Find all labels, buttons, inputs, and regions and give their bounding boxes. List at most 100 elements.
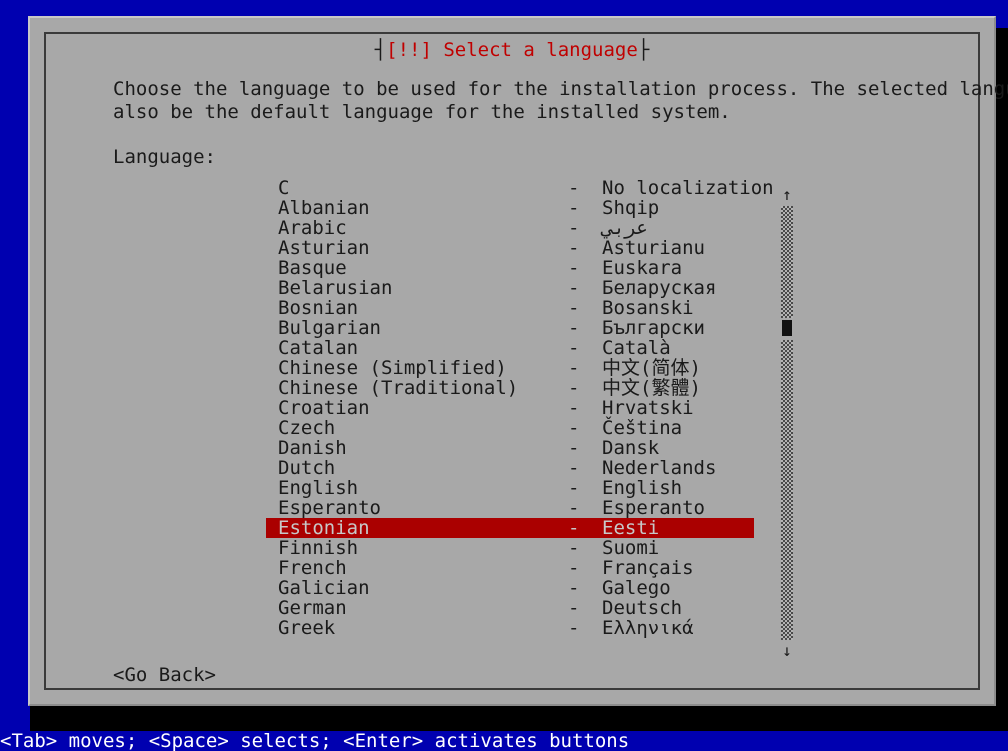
scroll-up-arrow-icon[interactable]: ↑ [779, 186, 795, 204]
language-name: Esperanto [278, 497, 381, 519]
status-bar-text: <Tab> moves; <Space> selects; <Enter> ac… [0, 730, 630, 751]
language-list-item[interactable]: Greek - Ελληνικά [266, 618, 756, 638]
language-separator: - [568, 477, 580, 499]
language-native-name: Hrvatski [602, 397, 694, 419]
language-list-item[interactable]: Finnish - Suomi [266, 538, 756, 558]
language-name: Basque [278, 257, 347, 279]
language-native-name: 中文(繁體) [602, 377, 701, 399]
scrollbar-thumb[interactable] [782, 320, 792, 336]
language-separator: - [568, 177, 580, 199]
language-list-item[interactable]: Bulgarian - Български [266, 318, 756, 338]
language-name: Chinese (Simplified) [278, 357, 507, 379]
language-separator: - [568, 217, 580, 239]
language-native-name: Bosanski [602, 297, 694, 319]
language-separator: - [568, 317, 580, 339]
dialog-window: ┤[!!] Select a language├ Choose the lang… [28, 16, 1008, 706]
language-native-name: Esperanto [602, 497, 705, 519]
language-name: Czech [278, 417, 336, 439]
language-native-name: English [602, 477, 683, 499]
language-name: Bosnian [278, 297, 359, 319]
language-native-name: Suomi [602, 537, 660, 559]
language-name: French [278, 557, 347, 579]
language-list-item[interactable]: Danish - Dansk [266, 438, 756, 458]
installer-screen: ┤[!!] Select a language├ Choose the lang… [0, 0, 1008, 751]
language-native-name: Euskara [602, 257, 683, 279]
language-separator: - [568, 357, 580, 379]
language-name: Dutch [278, 457, 336, 479]
language-native-name: Dansk [602, 437, 660, 459]
language-name: Albanian [278, 197, 370, 219]
page-title: [!!] Select a language [386, 39, 638, 61]
title-separator-left: ┤ [374, 39, 387, 61]
language-native-name: Ελληνικά [602, 617, 694, 639]
language-list-item[interactable]: Chinese (Simplified) - 中文(简体) [266, 358, 756, 378]
language-native-name: Беларуская [602, 277, 717, 299]
language-name: Finnish [278, 537, 359, 559]
language-list-item[interactable]: French - Français [266, 558, 756, 578]
language-separator: - [568, 457, 580, 479]
language-separator: - [568, 577, 580, 599]
language-separator: - [568, 337, 580, 359]
language-list-item[interactable]: English - English [266, 478, 756, 498]
language-separator: - [568, 397, 580, 419]
dialog-titlebar: ┤[!!] Select a language├ [46, 40, 978, 60]
language-list[interactable]: C - No localization Albanian - Shqip Arabic - عر… [266, 177, 774, 638]
language-separator: - [568, 517, 580, 539]
language-separator: - [568, 437, 580, 459]
language-list-item[interactable]: Chinese (Traditional) - 中文(繁體) [266, 378, 756, 398]
language-separator: - [568, 197, 580, 219]
language-list-item[interactable]: Catalan - Català [266, 338, 756, 358]
title-separator-right: ├ [637, 39, 650, 61]
language-list-item[interactable]: Dutch - Nederlands [266, 458, 756, 478]
language-name: Catalan [278, 337, 359, 359]
language-separator: - [568, 417, 580, 439]
language-native-name: Català [602, 337, 671, 359]
blue-left-strip [0, 700, 30, 731]
language-list-item[interactable]: Estonian - Eesti [266, 518, 754, 538]
language-list-item[interactable]: Basque - Euskara [266, 258, 756, 278]
language-name: Greek [278, 617, 336, 639]
language-list-item[interactable]: Belarusian - Беларуская [266, 278, 756, 298]
language-list-item[interactable]: Galician - Galego [266, 578, 756, 598]
language-name: Estonian [278, 517, 370, 539]
language-name: Danish [278, 437, 347, 459]
language-name: English [278, 477, 359, 499]
language-native-name: Shqip [602, 197, 660, 219]
language-list-item[interactable]: C - No localization [266, 177, 774, 199]
language-native-name: Čeština [602, 417, 683, 439]
language-native-name: عربي [602, 217, 648, 239]
language-list-item[interactable]: Bosnian - Bosanski [266, 298, 756, 318]
language-separator: - [568, 497, 580, 519]
language-list-item[interactable]: Albanian - Shqip [266, 198, 756, 218]
language-list-item[interactable]: Croatian - Hrvatski [266, 398, 756, 418]
language-name: Galician [278, 577, 370, 599]
language-native-name: Français [602, 557, 694, 579]
language-name: Bulgarian [278, 317, 381, 339]
language-list-item[interactable]: Asturian - Asturianu [266, 238, 756, 258]
dialog-inner-frame: ┤[!!] Select a language├ Choose the lang… [44, 32, 1008, 690]
language-list-scrollbar[interactable]: ↑ ↓ [779, 174, 795, 674]
language-name: Chinese (Traditional) [278, 377, 519, 399]
scrollbar-trough-upper[interactable] [781, 206, 793, 318]
language-native-name: Galego [602, 577, 671, 599]
language-separator: - [568, 237, 580, 259]
language-field-label: Language: [113, 146, 216, 168]
language-native-name: 中文(简体) [602, 357, 701, 379]
language-name: German [278, 597, 347, 619]
language-separator: - [568, 537, 580, 559]
language-native-name: Eesti [602, 517, 660, 539]
language-list-item[interactable]: Czech - Čeština [266, 418, 756, 438]
dialog-title-box: ┤[!!] Select a language├ [364, 39, 660, 61]
scroll-down-arrow-icon[interactable]: ↓ [779, 642, 795, 660]
language-list-item[interactable]: Arabic - عربي [266, 218, 756, 238]
language-native-name: Nederlands [602, 457, 717, 479]
status-bar: <Tab> moves; <Space> selects; <Enter> ac… [0, 731, 1008, 751]
dialog-description: Choose the language to be used for the i… [113, 78, 1008, 123]
language-list-item[interactable]: German - Deutsch [266, 598, 756, 618]
go-back-button[interactable]: <Go Back> [113, 664, 216, 686]
scrollbar-trough-lower[interactable] [781, 340, 793, 640]
language-native-name: No localization [602, 177, 774, 199]
language-list-item[interactable]: Esperanto - Esperanto [266, 498, 756, 518]
language-separator: - [568, 377, 580, 399]
language-separator: - [568, 297, 580, 319]
